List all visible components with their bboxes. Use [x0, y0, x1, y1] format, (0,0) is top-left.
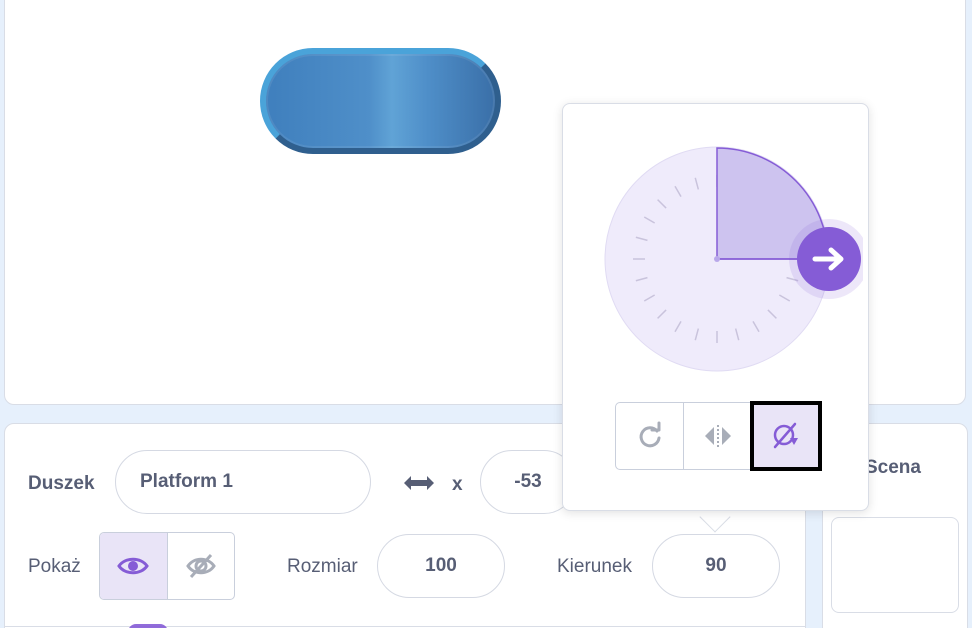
- eye-hidden-icon: [185, 553, 216, 579]
- show-label: Pokaż: [28, 556, 81, 577]
- rotate-left-right-button[interactable]: [684, 403, 752, 469]
- all-around-icon: [639, 421, 660, 448]
- size-input[interactable]: 100: [377, 534, 505, 598]
- rotation-style-group: [615, 401, 822, 471]
- sprite-thumbnail[interactable]: [128, 624, 168, 628]
- x-label: x: [452, 474, 463, 495]
- dont-rotate-icon: [773, 422, 798, 449]
- direction-dial[interactable]: [603, 144, 863, 376]
- hide-button[interactable]: [168, 533, 235, 599]
- rotate-all-around-button[interactable]: [616, 403, 684, 469]
- direction-label: Kierunek: [557, 556, 632, 577]
- divider: [5, 626, 805, 627]
- direction-popover: [562, 103, 869, 511]
- size-label: Rozmiar: [287, 556, 358, 577]
- left-right-icon: [704, 425, 731, 447]
- scene-title: Scena: [865, 457, 921, 478]
- scene-thumbnail[interactable]: [831, 517, 959, 613]
- sprite-name-input[interactable]: Platform 1: [115, 450, 371, 514]
- sprite-label: Duszek: [28, 473, 95, 494]
- dont-rotate-button[interactable]: [750, 401, 822, 471]
- eye-icon: [117, 557, 150, 575]
- show-button[interactable]: [100, 533, 168, 599]
- direction-input[interactable]: 90: [652, 534, 780, 598]
- platform-sprite[interactable]: [260, 48, 501, 154]
- visibility-toggle: [99, 532, 235, 600]
- left-right-arrows-icon: [404, 476, 434, 490]
